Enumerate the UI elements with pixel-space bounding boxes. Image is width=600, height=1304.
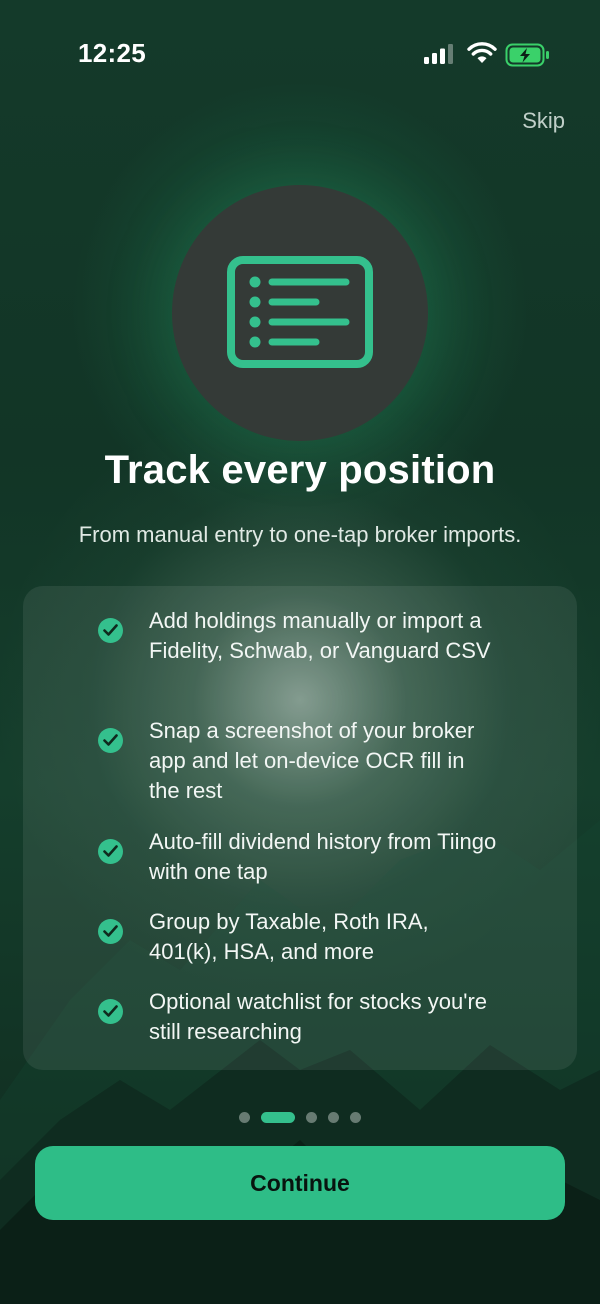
- status-bar: 12:25: [0, 0, 600, 110]
- features-card: Add holdings manually or import a Fideli…: [23, 586, 577, 1070]
- page-dot[interactable]: [306, 1111, 317, 1123]
- check-circle-icon: [98, 618, 123, 643]
- list-icon: [227, 256, 373, 368]
- status-time: 12:25: [78, 38, 146, 68]
- feature-text: Group by Taxable, Roth IRA, 401(k), HSA,…: [149, 909, 429, 964]
- feature-item: Group by Taxable, Roth IRA, 401(k), HSA,…: [98, 907, 498, 967]
- feature-text: Snap a screenshot of your broker app and…: [149, 718, 475, 803]
- skip-button[interactable]: Skip: [522, 108, 565, 134]
- feature-item: Optional watchlist for stocks you're sti…: [98, 987, 498, 1047]
- feature-item: Add holdings manually or import a Fideli…: [98, 606, 498, 666]
- check-circle-icon: [98, 839, 123, 864]
- feature-item: Auto-fill dividend history from Tiingo w…: [98, 827, 498, 887]
- page-subtitle: From manual entry to one-tap broker impo…: [78, 522, 522, 547]
- page-dot[interactable]: [239, 1111, 250, 1123]
- check-circle-icon: [98, 999, 123, 1024]
- feature-item: Snap a screenshot of your broker app and…: [98, 716, 498, 806]
- check-circle-icon: [98, 728, 123, 753]
- hero-icon-circle: [172, 185, 428, 441]
- signal-icon: [424, 44, 453, 64]
- wifi-icon: [467, 42, 497, 63]
- battery-charging-icon: [505, 43, 549, 67]
- continue-button[interactable]: Continue: [35, 1146, 565, 1220]
- check-circle-icon: [98, 919, 123, 944]
- feature-text: Optional watchlist for stocks you're sti…: [149, 989, 488, 1044]
- page-title: Track every position: [104, 448, 496, 492]
- feature-text: Add holdings manually or import a Fideli…: [149, 608, 491, 663]
- page-dot[interactable]: [328, 1111, 339, 1123]
- onboarding-screen: 12:25 Skip Track every position From man…: [0, 0, 600, 1304]
- page-indicator: [0, 1110, 600, 1124]
- page-dot-active[interactable]: [261, 1111, 295, 1123]
- page-dot[interactable]: [350, 1111, 361, 1123]
- feature-text: Auto-fill dividend history from Tiingo w…: [149, 829, 497, 884]
